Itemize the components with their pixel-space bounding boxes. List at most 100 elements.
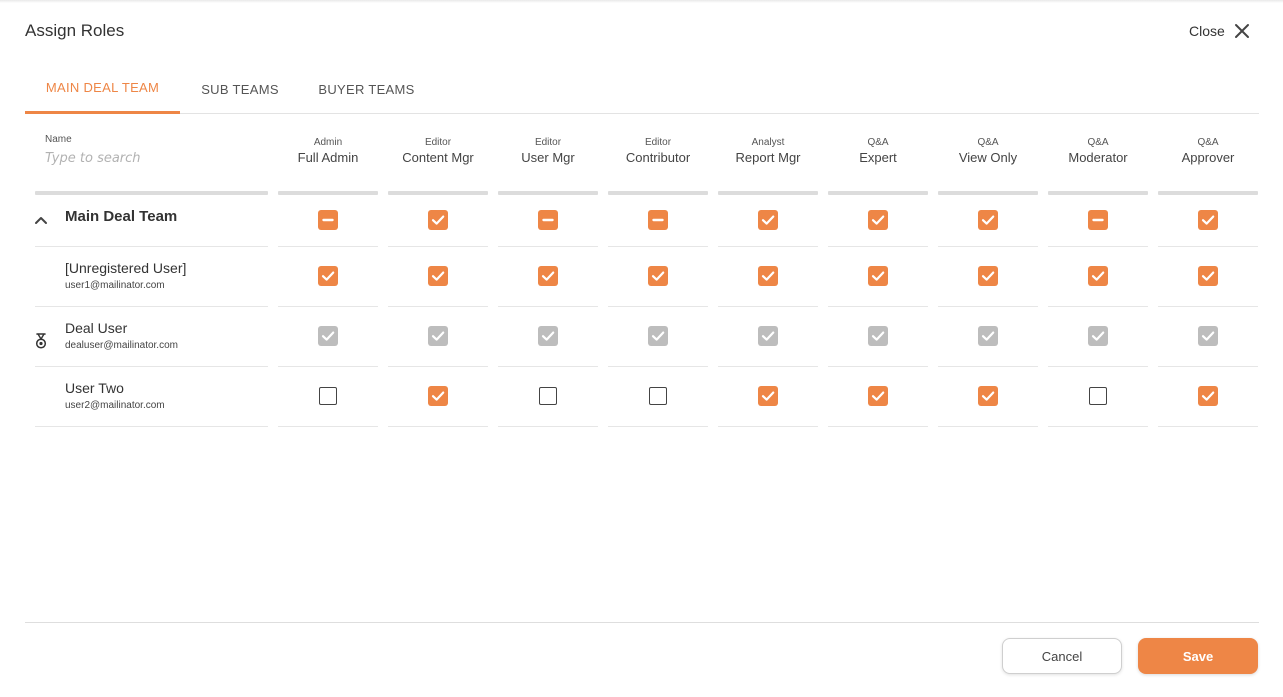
tab-buyer-teams[interactable]: BUYER TEAMS xyxy=(315,64,418,114)
checkbox-group-full-admin[interactable] xyxy=(318,210,338,230)
column-category: Editor xyxy=(644,137,672,148)
footer-divider xyxy=(25,622,1259,623)
check-icon xyxy=(541,271,555,281)
column-category: Editor xyxy=(424,137,452,148)
column-role: Moderator xyxy=(1068,150,1128,165)
check-icon xyxy=(981,391,995,401)
row-divider xyxy=(608,366,708,367)
row-divider xyxy=(35,306,268,307)
row-divider xyxy=(278,426,378,427)
cancel-button[interactable]: Cancel xyxy=(1002,638,1122,674)
checkbox-group-contributor[interactable] xyxy=(648,210,668,230)
row-divider xyxy=(35,426,268,427)
row-divider xyxy=(938,366,1038,367)
check-icon xyxy=(651,331,665,341)
checkbox-group-content-mgr[interactable] xyxy=(428,210,448,230)
checkbox-group-approver[interactable] xyxy=(1198,210,1218,230)
checkbox-group-report-mgr[interactable] xyxy=(758,210,778,230)
check-icon xyxy=(871,215,885,225)
check-icon xyxy=(1091,331,1105,341)
top-shadow xyxy=(0,0,1283,3)
column-header-content-mgr: Editor Content Mgr xyxy=(388,136,488,166)
checkbox-user3-contributor[interactable] xyxy=(649,387,667,405)
tab-sub-teams[interactable]: SUB TEAMS xyxy=(195,64,285,114)
checkbox-group-view-only[interactable] xyxy=(978,210,998,230)
row-divider xyxy=(388,306,488,307)
badge-icon xyxy=(35,333,47,349)
user-name: User Two xyxy=(65,380,124,396)
tab-bar: MAIN DEAL TEAM SUB TEAMS BUYER TEAMS xyxy=(25,64,1259,114)
checkbox-user3-user-mgr[interactable] xyxy=(539,387,557,405)
name-column-label: Name xyxy=(45,134,72,145)
row-divider xyxy=(938,306,1038,307)
check-icon xyxy=(431,331,445,341)
row-divider xyxy=(388,366,488,367)
check-icon xyxy=(1201,215,1215,225)
checkbox-group-moderator[interactable] xyxy=(1088,210,1108,230)
column-header-approver: Q&A Approver xyxy=(1158,136,1258,166)
check-icon xyxy=(761,271,775,281)
checkbox-user1-content-mgr[interactable] xyxy=(428,266,448,286)
dialog-title: Assign Roles xyxy=(25,21,125,40)
checkbox-user1-full-admin[interactable] xyxy=(318,266,338,286)
row-divider xyxy=(1048,246,1148,247)
check-icon xyxy=(981,271,995,281)
close-button[interactable]: Close xyxy=(1189,20,1251,42)
row-divider xyxy=(278,246,378,247)
column-category: Q&A xyxy=(977,137,999,148)
check-icon xyxy=(761,215,775,225)
row-divider xyxy=(1048,426,1148,427)
column-category: Q&A xyxy=(1197,137,1219,148)
user-name: [Unregistered User] xyxy=(65,260,187,276)
search-input[interactable] xyxy=(45,148,255,168)
checkbox-user3-expert[interactable] xyxy=(868,386,888,406)
checkbox-user1-user-mgr[interactable] xyxy=(538,266,558,286)
user-name: Deal User xyxy=(65,320,128,336)
checkbox-user3-view-only[interactable] xyxy=(978,386,998,406)
checkbox-user1-moderator[interactable] xyxy=(1088,266,1108,286)
chevron-up-icon[interactable] xyxy=(34,213,48,227)
column-category: Q&A xyxy=(1087,137,1109,148)
user-email: user1@mailinator.com xyxy=(65,280,165,291)
save-button[interactable]: Save xyxy=(1138,638,1258,674)
column-header-full-admin: Admin Full Admin xyxy=(278,136,378,166)
row-divider xyxy=(35,366,268,367)
check-icon xyxy=(871,331,885,341)
checkbox-user2-content-mgr xyxy=(428,326,448,346)
checkbox-user1-contributor[interactable] xyxy=(648,266,668,286)
check-icon xyxy=(981,331,995,341)
check-icon xyxy=(431,271,445,281)
row-divider xyxy=(938,246,1038,247)
checkbox-user3-moderator[interactable] xyxy=(1089,387,1107,405)
check-icon xyxy=(761,391,775,401)
checkbox-user1-expert[interactable] xyxy=(868,266,888,286)
close-icon[interactable] xyxy=(1233,22,1251,40)
row-divider xyxy=(608,426,708,427)
row-divider xyxy=(1158,246,1258,247)
row-divider xyxy=(278,366,378,367)
row-divider xyxy=(1158,426,1258,427)
column-role: Content Mgr xyxy=(402,150,474,165)
checkbox-user1-view-only[interactable] xyxy=(978,266,998,286)
checkbox-group-expert[interactable] xyxy=(868,210,888,230)
checkbox-user3-report-mgr[interactable] xyxy=(758,386,778,406)
checkbox-group-user-mgr[interactable] xyxy=(538,210,558,230)
checkbox-user1-report-mgr[interactable] xyxy=(758,266,778,286)
row-divider xyxy=(828,366,928,367)
user-email: user2@mailinator.com xyxy=(65,400,165,411)
row-divider xyxy=(1158,306,1258,307)
check-icon xyxy=(871,391,885,401)
checkbox-user1-approver[interactable] xyxy=(1198,266,1218,286)
checkbox-user3-full-admin[interactable] xyxy=(319,387,337,405)
tab-main-deal-team[interactable]: MAIN DEAL TEAM xyxy=(25,64,180,114)
row-divider xyxy=(828,426,928,427)
check-icon xyxy=(981,215,995,225)
row-divider xyxy=(498,366,598,367)
column-role: User Mgr xyxy=(521,150,575,165)
checkbox-user3-content-mgr[interactable] xyxy=(428,386,448,406)
checkbox-user3-approver[interactable] xyxy=(1198,386,1218,406)
row-divider xyxy=(35,246,268,247)
checkbox-user2-report-mgr xyxy=(758,326,778,346)
check-icon xyxy=(1201,391,1215,401)
minus-icon xyxy=(542,218,554,222)
